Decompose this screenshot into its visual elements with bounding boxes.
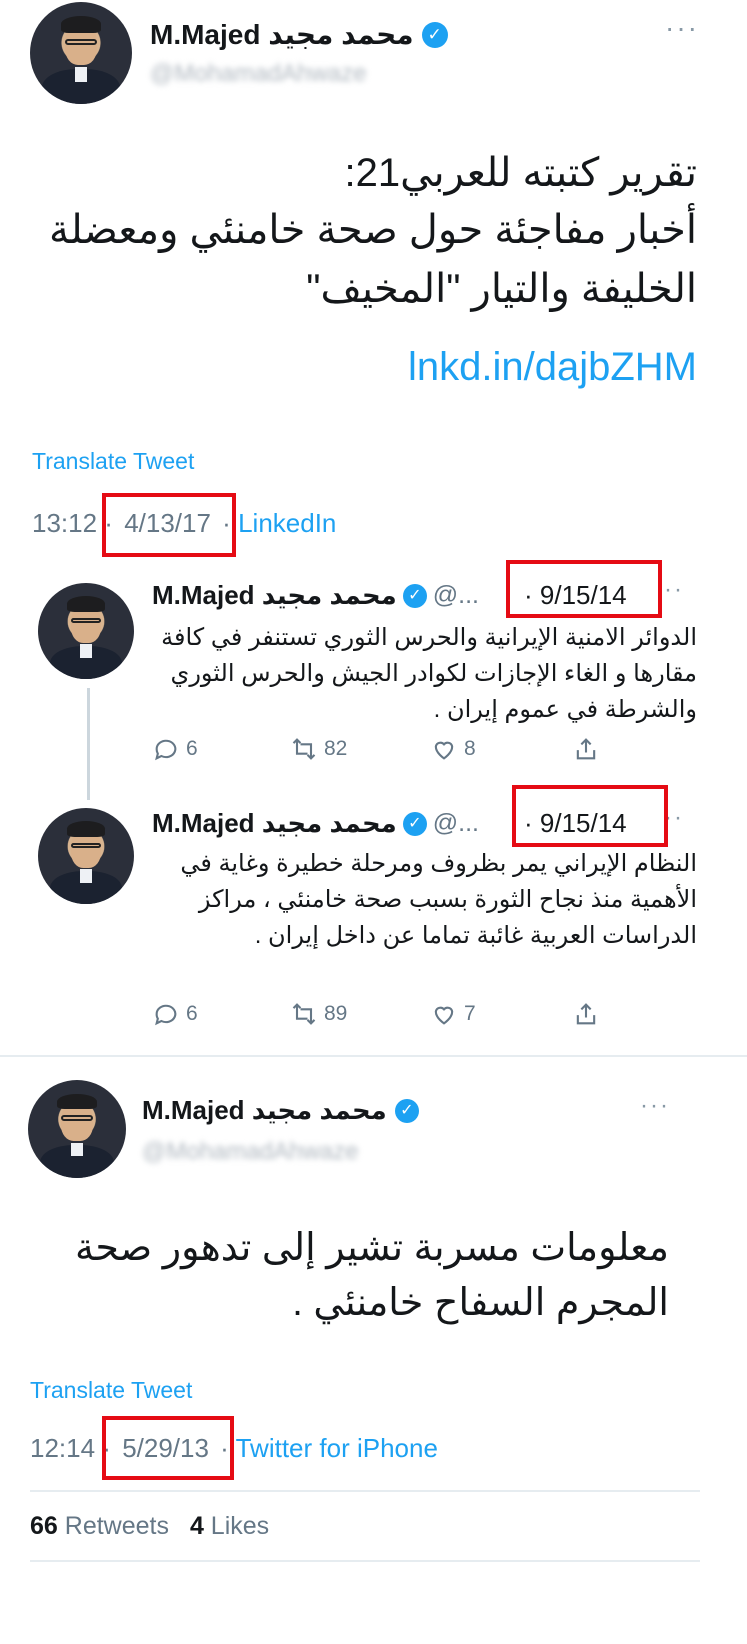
share-icon	[576, 1003, 596, 1025]
thread-line	[87, 688, 90, 800]
display-name[interactable]: M.Majed محمد مجيد ✓	[150, 18, 448, 51]
tweet-text: الخليفة والتيار "المخيف"	[306, 267, 697, 311]
divider	[30, 1490, 700, 1492]
highlight-box	[512, 785, 668, 847]
translate-tweet-link[interactable]: Translate Tweet	[32, 448, 194, 475]
highlight-box	[102, 493, 236, 557]
share-icon	[576, 738, 596, 760]
tweet-text: الدوائر الامنية الإيرانية والحرس الثوري …	[161, 624, 697, 723]
like-button[interactable]: 8	[430, 735, 476, 763]
verified-icon: ✓	[394, 1098, 419, 1123]
tweet-text: تقرير كتبته للعربي21:	[344, 151, 697, 195]
divider	[30, 1560, 700, 1562]
avatar[interactable]	[38, 583, 134, 679]
tweet-text: النظام الإيراني يمر بظروف ومرحلة خطيرة و…	[180, 850, 697, 949]
share-button[interactable]	[572, 735, 600, 763]
tweet-time: 12:14 ·	[30, 1433, 111, 1463]
avatar[interactable]	[28, 1080, 126, 1178]
display-name[interactable]: M.Majed محمد مجيد ✓	[142, 1095, 419, 1126]
avatar[interactable]	[38, 808, 134, 904]
more-icon[interactable]: ··	[664, 576, 684, 604]
reply-button[interactable]: 6	[152, 735, 198, 763]
highlight-box	[102, 1416, 234, 1480]
retweet-icon	[292, 1003, 316, 1025]
handle: @MohamadAhwaze	[142, 1138, 359, 1165]
verified-icon: ✓	[402, 583, 427, 608]
tweet-text: المجرم السفاح خامنئي .	[292, 1282, 669, 1324]
handle: @MohamadAhwaze	[150, 60, 367, 87]
retweets-stat[interactable]: 66 Retweets	[30, 1512, 169, 1540]
retweet-icon	[292, 738, 316, 760]
retweet-button[interactable]: 82	[290, 735, 347, 763]
display-name[interactable]: M.Majed محمد مجيد ✓ @...	[152, 808, 479, 839]
engagement-stats: 66 Retweets 4 Likes	[30, 1512, 269, 1541]
handle: @...	[432, 581, 479, 609]
handle: @...	[432, 809, 479, 837]
tweet-source[interactable]: Twitter for iPhone	[236, 1433, 438, 1463]
tweet-time: 13:12 ·	[32, 508, 113, 538]
reply-button[interactable]: 6	[152, 1000, 198, 1028]
share-button[interactable]	[572, 1000, 600, 1028]
more-icon[interactable]: ···	[665, 12, 699, 44]
translate-tweet-link[interactable]: Translate Tweet	[30, 1377, 192, 1404]
tweet-text: أخبار مفاجئة حول صحة خامنئي ومعضلة	[49, 208, 697, 252]
verified-icon: ✓	[402, 811, 427, 836]
avatar[interactable]	[30, 2, 132, 104]
more-icon[interactable]: ···	[640, 1092, 670, 1120]
tweet-link[interactable]: lnkd.in/dajbZHM	[408, 345, 697, 390]
like-button[interactable]: 7	[430, 1000, 476, 1028]
like-icon	[434, 741, 454, 760]
reply-icon	[155, 1004, 177, 1026]
retweet-button[interactable]: 89	[290, 1000, 347, 1028]
display-name[interactable]: M.Majed محمد مجيد ✓ @...	[152, 580, 479, 611]
verified-icon: ✓	[421, 21, 448, 48]
tweet-text: معلومات مسربة تشير إلى تدهور صحة	[75, 1227, 669, 1269]
reply-icon	[155, 739, 177, 761]
likes-stat[interactable]: 4 Likes	[190, 1512, 269, 1540]
highlight-box	[506, 560, 662, 618]
divider	[0, 1055, 747, 1057]
like-icon	[434, 1006, 454, 1025]
tweet-source[interactable]: LinkedIn	[238, 508, 336, 538]
